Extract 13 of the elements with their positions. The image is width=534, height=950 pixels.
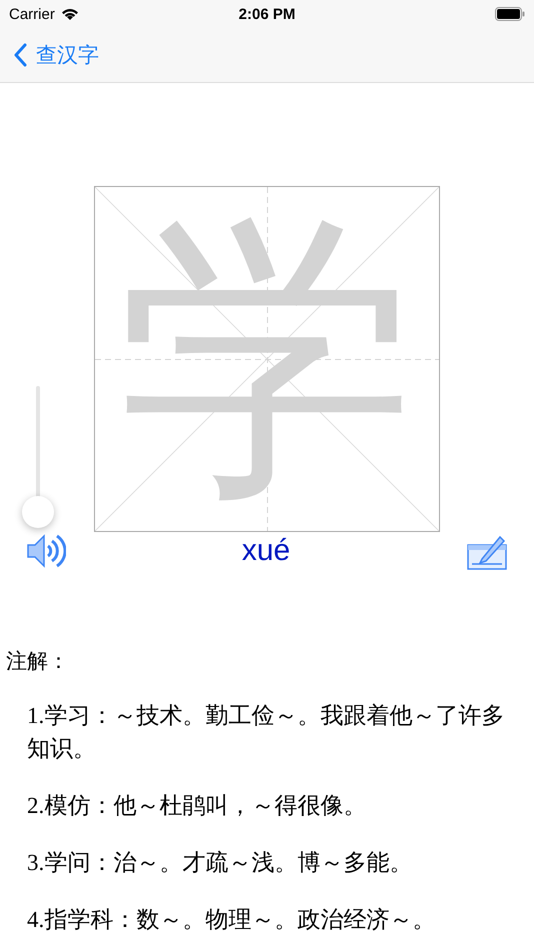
definition-text: 1.学习：～技术。勤工俭～。我跟着他～了许多知识。 [27,702,506,763]
speaker-icon[interactable] [26,531,66,571]
pinyin-label: xué [242,534,290,568]
notes-heading: 注解： [6,648,70,675]
definition-text: 4.指学科：数～。物理～。政治经济～。 [27,906,436,934]
chevron-left-icon [14,43,28,67]
back-button[interactable]: 查汉字 [14,41,99,69]
definition-text: 3.学问：治～。才疏～浅。博～多能。 [27,849,414,877]
battery-icon [495,7,525,21]
definition-text: 2.模仿：他～杜鹃叫，～得很像。 [27,792,368,820]
carrier-label: Carrier [9,6,55,22]
status-time: 2:06 PM [238,6,296,22]
wifi-icon [60,7,80,21]
